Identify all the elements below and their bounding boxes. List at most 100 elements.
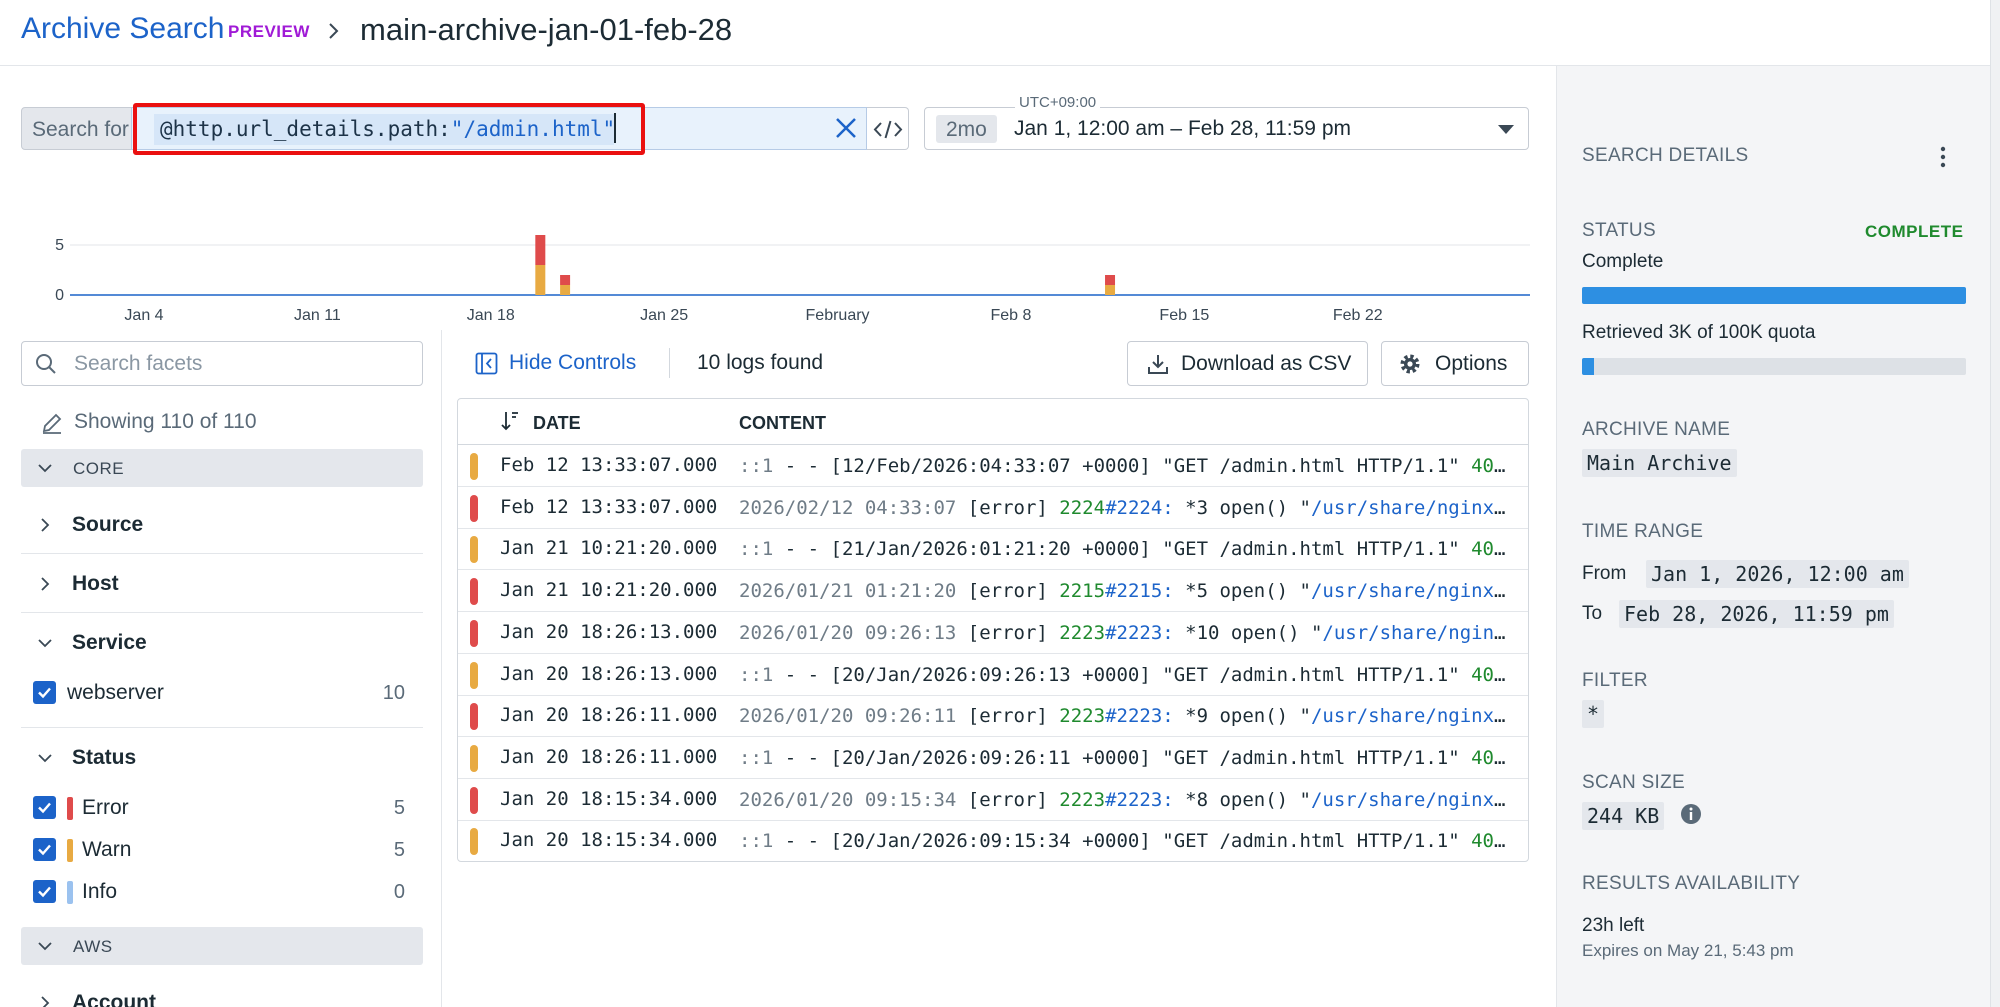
checkbox-checked[interactable] <box>33 838 56 861</box>
log-timestamp: 2026/01/21 01:21:20 <box>739 580 957 603</box>
log-content: 2026/01/20 09:26:13 [error] 2223#2223: *… <box>739 622 1515 644</box>
log-table: DATE CONTENT Feb 12 13:33:07.000::1 - - … <box>457 398 1529 862</box>
facet-value-webserver[interactable]: webserver 10 <box>33 678 405 710</box>
facet-value-name: Error <box>82 796 129 819</box>
log-date: Jan 20 18:26:13.000 <box>500 662 718 685</box>
facet-value-error[interactable]: Error 5 <box>33 793 405 825</box>
log-level: [error] <box>956 705 1060 728</box>
status-indicator <box>470 453 478 480</box>
status-progress-fill <box>1582 287 1966 304</box>
facet-search-input[interactable]: Search facets <box>21 341 423 386</box>
facet-source[interactable]: Source <box>21 496 423 554</box>
log-tid: #2223: <box>1105 621 1174 644</box>
search-icon <box>36 354 56 374</box>
status-color-info <box>67 881 73 904</box>
sort-descending-icon[interactable] <box>500 410 520 432</box>
log-content: 2026/02/12 04:33:07 [error] 2224#2224: *… <box>739 497 1515 519</box>
time-duration-pill: 2mo <box>936 115 997 143</box>
facet-group-aws[interactable]: AWS <box>21 927 423 965</box>
code-view-button[interactable] <box>867 107 909 150</box>
check-icon <box>38 886 51 898</box>
status-indicator <box>470 536 478 564</box>
more-vertical-icon[interactable] <box>1940 146 1946 168</box>
check-icon <box>38 802 51 814</box>
log-path: /usr/share/nginx/html/admin.html" failed <box>1310 580 1515 603</box>
histogram-x-ticks: Jan 4 Jan 11 Jan 18 Jan 25 February Feb 8 Feb … <box>124 307 1382 324</box>
status-indicator <box>470 828 478 856</box>
log-row[interactable]: Jan 20 18:15:34.000::1 - - [20/Jan/2026:… <box>458 820 1528 862</box>
log-path: /usr/share/nginx/html/admin.html" failed <box>1322 621 1515 644</box>
results-time-left: 23h left <box>1582 915 1645 936</box>
facet-label: Host <box>72 572 119 595</box>
log-message: - - [21/Jan/2026:01:21:20 +0000] "GET /a… <box>773 538 1472 561</box>
status-indicator <box>470 786 478 814</box>
search-details-title: SEARCH DETAILS <box>1582 145 1749 166</box>
log-row[interactable]: Jan 21 10:21:20.000::1 - - [21/Jan/2026:… <box>458 528 1528 571</box>
chevron-right-icon <box>329 23 339 39</box>
log-message: *9 open() " <box>1173 705 1311 728</box>
quota-progress-fill <box>1582 358 1594 375</box>
log-content: ::1 - - [21/Jan/2026:01:21:20 +0000] "GE… <box>739 538 1515 560</box>
log-path: /usr/share/nginx/html/admin.html" failed <box>1310 705 1515 728</box>
chevron-down-icon <box>38 639 52 648</box>
facet-account[interactable]: Account <box>21 974 423 1007</box>
query-highlight-box <box>133 103 645 155</box>
log-message: *3 open() " <box>1173 496 1311 519</box>
facet-count-row[interactable]: Showing 110 of 110 <box>40 410 257 434</box>
histogram-bar-error <box>1105 275 1116 285</box>
log-date: Jan 20 18:15:34.000 <box>500 787 718 810</box>
log-level: [error] <box>956 580 1060 603</box>
chevron-down-icon <box>38 464 52 473</box>
gear-icon <box>1400 354 1420 374</box>
info-icon[interactable] <box>1680 803 1702 825</box>
page-scrollbar[interactable] <box>1990 0 2000 1007</box>
x-tick-label: Jan 18 <box>467 307 515 324</box>
checkbox-checked[interactable] <box>33 880 56 903</box>
log-row[interactable]: Jan 20 18:26:11.000::1 - - [20/Jan/2026:… <box>458 737 1528 779</box>
log-row[interactable]: Jan 20 18:15:34.000 2026/01/20 09:15:34 [… <box>458 779 1528 821</box>
chevron-down-icon <box>38 942 52 951</box>
chevron-right-icon <box>41 996 50 1007</box>
log-pid: 2215 <box>1059 580 1106 603</box>
facet-value-warn[interactable]: Warn 5 <box>33 835 405 867</box>
log-row[interactable]: Feb 12 13:33:07.000::1 - - [12/Feb/2026:… <box>458 445 1528 487</box>
status-text: Complete <box>1582 251 1664 272</box>
clear-search-icon[interactable] <box>832 114 860 142</box>
log-date: Jan 21 10:21:20.000 <box>500 579 718 602</box>
time-range-value: Jan 1, 12:00 am – Feb 28, 11:59 pm <box>1014 117 1351 140</box>
filter-value: * <box>1582 700 1605 728</box>
histogram-bars <box>535 235 1116 295</box>
log-histogram[interactable]: Jan 4 Jan 11 Jan 18 Jan 25 February Feb 8 Feb … <box>0 220 1540 330</box>
download-csv-button[interactable]: Download as CSV <box>1127 341 1368 386</box>
options-button[interactable]: Options <box>1381 341 1529 386</box>
log-ip: ::1 <box>739 455 774 477</box>
log-row[interactable]: Jan 20 18:26:13.000::1 - - [20/Jan/2026:… <box>458 654 1528 696</box>
divider <box>21 727 423 728</box>
facet-value-info[interactable]: Info 0 <box>33 877 405 909</box>
facet-label: Service <box>72 631 147 654</box>
log-tid: #2223: <box>1105 705 1174 728</box>
facet-service[interactable]: Service <box>21 614 423 672</box>
time-range-picker[interactable]: 2mo Jan 1, 12:00 am – Feb 28, 11:59 pm <box>924 107 1529 150</box>
caret-down-icon <box>1498 125 1514 134</box>
column-header-date[interactable]: DATE <box>533 413 581 434</box>
collapse-panel-icon <box>475 352 498 375</box>
log-message: - - [20/Jan/2026:09:26:13 +0000] "GET /a… <box>773 663 1472 686</box>
log-message: - - [12/Feb/2026:04:33:07 +0000] "GET /a… <box>773 455 1472 477</box>
facet-status[interactable]: Status <box>21 729 423 787</box>
checkbox-checked[interactable] <box>33 796 56 819</box>
facet-value-name: Info <box>82 880 118 903</box>
status-badge: COMPLETE <box>1865 222 1964 241</box>
histogram-bar-error <box>535 235 546 265</box>
log-row[interactable]: Jan 20 18:26:13.000 2026/01/20 09:26:13 [… <box>458 612 1528 654</box>
x-tick-label: February <box>806 307 870 324</box>
facet-host[interactable]: Host <box>21 555 423 613</box>
log-row[interactable]: Feb 12 13:33:07.000 2026/02/12 04:33:07 [… <box>458 487 1528 529</box>
download-icon <box>1148 355 1168 374</box>
quota-progress-bar <box>1582 358 1966 375</box>
facet-group-core[interactable]: CORE <box>21 449 423 487</box>
log-row[interactable]: Jan 20 18:26:11.000 2026/01/20 09:26:11 [… <box>458 695 1528 738</box>
log-row[interactable]: Jan 21 10:21:20.000 2026/01/21 01:21:20 [… <box>458 570 1528 613</box>
breadcrumb-archive-search[interactable]: Archive Search <box>21 12 224 46</box>
checkbox-checked[interactable] <box>33 681 56 704</box>
